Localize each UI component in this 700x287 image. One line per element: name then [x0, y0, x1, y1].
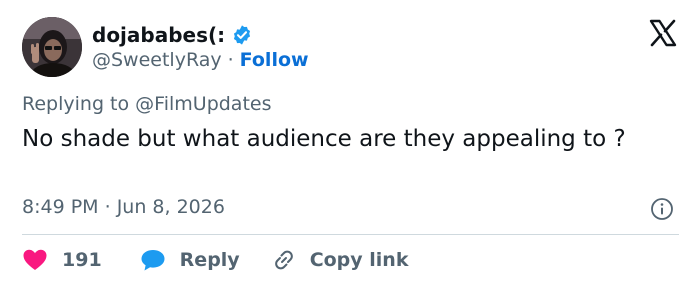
link-icon: [272, 248, 296, 272]
author-handle-row: @SweetlyRay · Follow: [92, 48, 309, 72]
follow-button[interactable]: Follow: [240, 49, 309, 71]
copy-link-label: Copy link: [309, 249, 409, 271]
x-logo-icon[interactable]: [648, 18, 678, 48]
author-handle[interactable]: @SweetlyRay: [92, 49, 222, 71]
action-bar: 191 Reply Copy link: [22, 245, 408, 275]
timestamp-separator: ·: [104, 196, 111, 218]
tweet-date: Jun 8, 2026: [116, 196, 225, 218]
heart-icon: [22, 248, 48, 272]
replying-to-label: Replying to: [22, 93, 130, 115]
verified-badge-icon: [231, 24, 253, 46]
info-icon[interactable]: [650, 197, 674, 221]
timestamp[interactable]: 8:49 PM · Jun 8, 2026: [22, 196, 225, 218]
tweet-text: No shade but what audience are they appe…: [22, 126, 626, 152]
replying-to-mention[interactable]: @FilmUpdates: [135, 93, 271, 115]
copy-link-button[interactable]: Copy link: [272, 248, 409, 272]
replying-to: Replying to @FilmUpdates: [22, 93, 272, 115]
tweet-card: dojababes(: @SweetlyRay · Follow Replyin…: [0, 0, 700, 287]
like-button[interactable]: 191: [22, 248, 102, 272]
speech-bubble-icon: [140, 248, 166, 272]
like-count: 191: [62, 249, 102, 271]
tweet-time: 8:49 PM: [22, 196, 99, 218]
avatar-image: [22, 17, 82, 77]
author-name-row: dojababes(:: [92, 22, 253, 48]
separator-dot: ·: [227, 49, 234, 71]
avatar[interactable]: [22, 17, 82, 77]
display-name[interactable]: dojababes(:: [92, 23, 225, 47]
reply-button[interactable]: Reply: [140, 248, 240, 272]
divider: [22, 234, 679, 235]
reply-label: Reply: [179, 249, 240, 271]
